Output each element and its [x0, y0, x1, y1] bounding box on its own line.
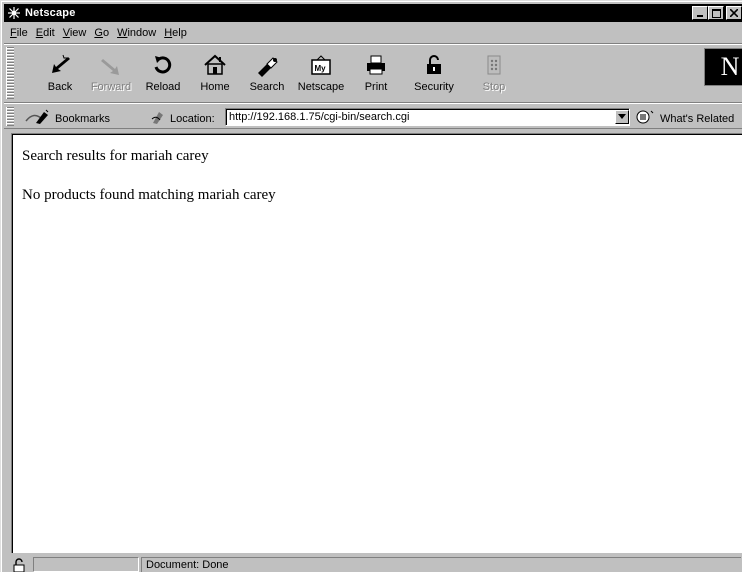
menu-window[interactable]: Window	[113, 27, 160, 39]
home-button[interactable]: Home	[187, 48, 243, 100]
search-results-heading: Search results for mariah carey	[22, 148, 209, 164]
navigation-toolbar: Back Forward Reload Home Search My Netsc…	[4, 43, 742, 103]
my-netscape-icon: My	[308, 52, 334, 78]
page-proxy-icon[interactable]	[150, 109, 166, 128]
progress-bar	[33, 557, 139, 572]
search-button[interactable]: Search	[239, 48, 295, 100]
menu-edit[interactable]: Edit	[32, 27, 59, 39]
menu-view[interactable]: View	[59, 27, 91, 39]
whats-related-icon	[635, 109, 657, 128]
maximize-button[interactable]	[708, 6, 724, 20]
location-label: Location:	[150, 109, 215, 128]
padlock-icon	[421, 52, 447, 78]
bookmarks-icon	[24, 109, 52, 128]
reload-button[interactable]: Reload	[135, 48, 191, 100]
netscape-logo[interactable]: N	[704, 48, 742, 86]
back-arrow-icon	[47, 52, 73, 78]
url-input[interactable]: http://192.168.1.75/cgi-bin/search.cgi	[225, 108, 630, 126]
toolbar-grip[interactable]	[6, 47, 14, 99]
location-toolbar-grip[interactable]	[6, 107, 14, 126]
printer-icon	[363, 52, 389, 78]
title-bar[interactable]: Netscape	[4, 4, 742, 22]
svg-text:My: My	[315, 64, 327, 73]
bookmarks-button[interactable]: Bookmarks	[24, 109, 110, 128]
no-results-message: No products found matching mariah carey	[22, 187, 276, 203]
menu-file[interactable]: File	[4, 27, 32, 39]
forward-arrow-icon	[98, 52, 124, 78]
window-title: Netscape	[25, 7, 76, 19]
page-content: Search results for mariah carey No produ…	[11, 133, 742, 553]
security-status-icon[interactable]	[9, 557, 29, 572]
location-toolbar: Bookmarks Location: http://192.168.1.75/…	[4, 105, 742, 129]
home-icon	[202, 52, 228, 78]
browser-window: Netscape File Edit View Go Window Help B…	[0, 0, 742, 572]
print-button[interactable]: Print	[348, 48, 404, 100]
menu-bar: File Edit View Go Window Help	[4, 23, 742, 42]
netscape-button[interactable]: My Netscape	[293, 48, 349, 100]
forward-button[interactable]: Forward	[83, 48, 139, 100]
netscape-app-icon[interactable]	[6, 5, 22, 21]
minimize-button[interactable]	[692, 6, 708, 20]
status-bar: Document: Done	[4, 556, 742, 572]
whats-related-button[interactable]: What's Related	[635, 109, 734, 128]
menu-go[interactable]: Go	[90, 27, 113, 39]
reload-icon	[150, 52, 176, 78]
stop-button[interactable]: Stop	[466, 48, 522, 100]
menu-help[interactable]: Help	[160, 27, 191, 39]
close-button[interactable]	[726, 6, 742, 20]
stop-icon	[481, 52, 507, 78]
url-history-dropdown[interactable]	[615, 110, 629, 124]
back-button[interactable]: Back	[32, 48, 88, 100]
search-flashlight-icon	[254, 52, 280, 78]
status-text: Document: Done	[141, 557, 741, 572]
chevron-down-icon	[618, 114, 626, 119]
security-button[interactable]: Security	[406, 48, 462, 100]
